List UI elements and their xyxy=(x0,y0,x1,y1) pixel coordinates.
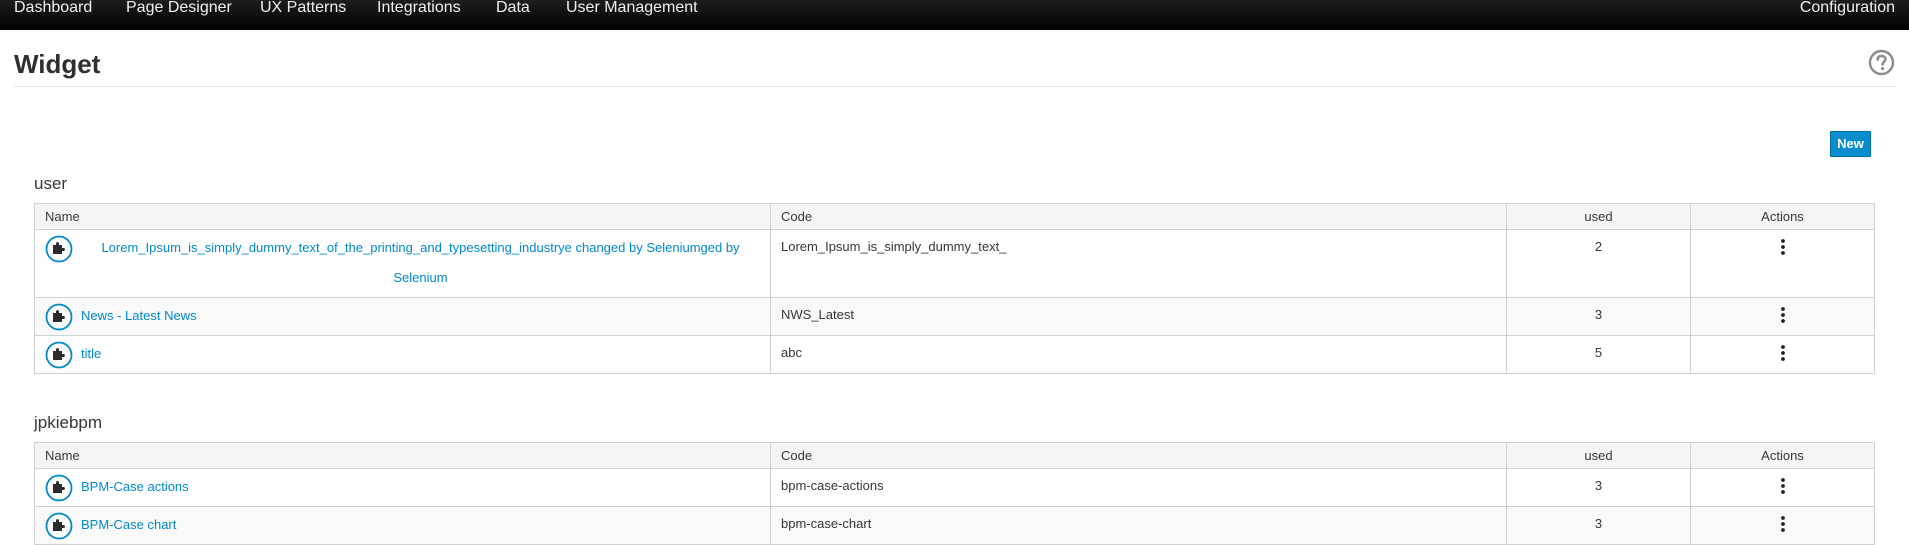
widget-table-jpkiebpm: Name Code used Actions BPM-Case actions … xyxy=(34,442,1875,545)
nav-ux-patterns[interactable]: UX Patterns xyxy=(260,0,346,16)
table-row: BPM-Case actions bpm-case-actions 3 xyxy=(34,468,1875,507)
puzzle-piece-icon xyxy=(45,341,73,369)
column-header-code: Code xyxy=(770,203,1507,230)
table-row: title abc 5 xyxy=(34,335,1875,374)
kebab-menu-icon[interactable] xyxy=(1780,239,1785,255)
widget-used-count: 2 xyxy=(1506,229,1691,298)
kebab-menu-icon[interactable] xyxy=(1780,345,1785,361)
table-row: Lorem_Ipsum_is_simply_dummy_text_of_the_… xyxy=(34,229,1875,298)
nav-integrations[interactable]: Integrations xyxy=(377,0,461,16)
puzzle-piece-icon xyxy=(45,512,73,540)
title-divider xyxy=(14,86,1895,87)
widget-used-count: 5 xyxy=(1506,335,1691,374)
question-circle-icon[interactable] xyxy=(1868,49,1895,76)
column-header-actions: Actions xyxy=(1690,203,1875,230)
column-header-name: Name xyxy=(34,442,771,469)
table-row: BPM-Case chart bpm-case-chart 3 xyxy=(34,506,1875,545)
nav-dashboard[interactable]: Dashboard xyxy=(14,0,92,16)
widget-name-link[interactable]: News - Latest News xyxy=(81,301,197,331)
widget-code: NWS_Latest xyxy=(770,297,1507,336)
nav-user-management[interactable]: User Management xyxy=(566,0,698,16)
column-header-used: used xyxy=(1506,442,1691,469)
widget-used-count: 3 xyxy=(1506,297,1691,336)
widget-name-link[interactable]: BPM-Case chart xyxy=(81,510,176,540)
nav-page-designer[interactable]: Page Designer xyxy=(126,0,232,16)
kebab-menu-icon[interactable] xyxy=(1780,307,1785,323)
group-title-jpkiebpm: jpkiebpm xyxy=(34,413,103,432)
column-header-name: Name xyxy=(34,203,771,230)
puzzle-piece-icon xyxy=(45,303,73,331)
group-title-user: user xyxy=(34,174,68,193)
top-navbar: Dashboard Page Designer UX Patterns Inte… xyxy=(0,0,1909,30)
page-title: Widget xyxy=(14,49,101,79)
widget-used-count: 3 xyxy=(1506,468,1691,507)
widget-code: bpm-case-chart xyxy=(770,506,1507,545)
widget-used-count: 3 xyxy=(1506,506,1691,545)
widget-code: bpm-case-actions xyxy=(770,468,1507,507)
widget-code: Lorem_Ipsum_is_simply_dummy_text_ xyxy=(770,229,1507,298)
nav-data[interactable]: Data xyxy=(496,0,530,16)
nav-configuration[interactable]: Configuration xyxy=(1800,0,1895,16)
puzzle-piece-icon xyxy=(45,235,73,263)
widget-name-link[interactable]: BPM-Case actions xyxy=(81,472,189,502)
widget-name-link[interactable]: Lorem_Ipsum_is_simply_dummy_text_of_the_… xyxy=(81,233,760,293)
puzzle-piece-icon xyxy=(45,474,73,502)
widget-table-user: Name Code used Actions Lorem_Ipsum_is_si… xyxy=(34,203,1875,374)
kebab-menu-icon[interactable] xyxy=(1780,516,1785,532)
column-header-used: used xyxy=(1506,203,1691,230)
column-header-actions: Actions xyxy=(1690,442,1875,469)
kebab-menu-icon[interactable] xyxy=(1780,478,1785,494)
column-header-code: Code xyxy=(770,442,1507,469)
widget-code: abc xyxy=(770,335,1507,374)
new-widget-button[interactable]: New xyxy=(1830,131,1871,157)
table-row: News - Latest News NWS_Latest 3 xyxy=(34,297,1875,336)
widget-name-link[interactable]: title xyxy=(81,339,101,369)
